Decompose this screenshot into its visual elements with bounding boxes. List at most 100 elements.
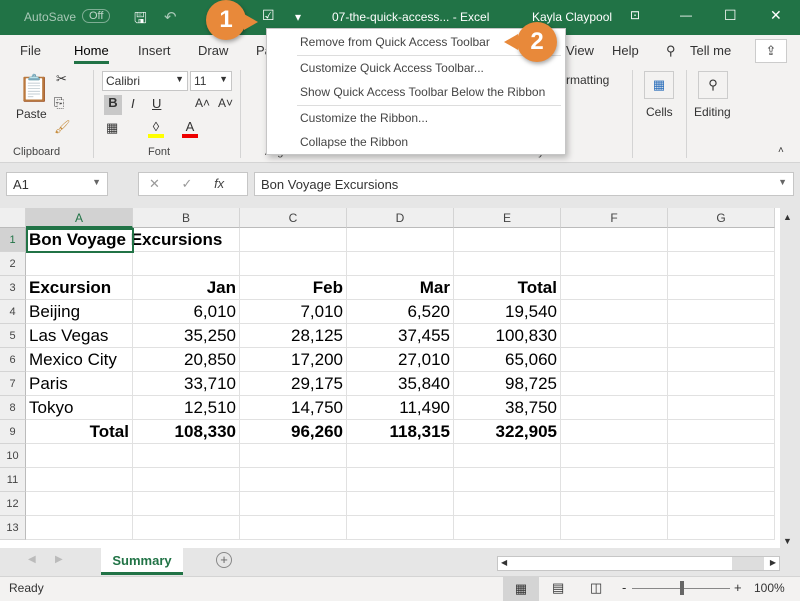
cancel-icon[interactable]: ✕ (149, 176, 160, 191)
cell-C4[interactable]: 7,010 (240, 300, 347, 324)
row-header-10[interactable]: 10 (0, 444, 26, 468)
ribbon-display-icon[interactable]: ⊡ (630, 8, 640, 22)
cell-C1[interactable] (240, 228, 347, 252)
cell-B6[interactable]: 20,850 (133, 348, 240, 372)
row-header-11[interactable]: 11 (0, 468, 26, 492)
cell-A3[interactable]: Excursion (26, 276, 133, 300)
normal-view-icon[interactable]: ▦ (503, 577, 539, 601)
cell-D3[interactable]: Mar (347, 276, 454, 300)
zoom-in-icon[interactable]: + (734, 580, 742, 595)
formula-input[interactable]: Bon Voyage Excursions ▼ (254, 172, 794, 196)
cell-C8[interactable]: 14,750 (240, 396, 347, 420)
menu-remove-from-qat[interactable]: Remove from Quick Access Toolbar (300, 35, 490, 49)
row-header-8[interactable]: 8 (0, 396, 26, 420)
enter-icon[interactable]: ✓ (182, 176, 193, 191)
cell-C5[interactable]: 28,125 (240, 324, 347, 348)
name-box[interactable]: A1 ▼ (6, 172, 108, 196)
cell-F5[interactable] (561, 324, 668, 348)
cell-C10[interactable] (240, 444, 347, 468)
tab-draw[interactable]: Draw (198, 43, 228, 58)
cell-G5[interactable] (668, 324, 775, 348)
cell-F3[interactable] (561, 276, 668, 300)
tab-file[interactable]: File (20, 43, 41, 58)
new-sheet-icon[interactable]: + (216, 552, 232, 568)
next-sheet-icon[interactable]: ▶ (55, 554, 63, 565)
row-header-6[interactable]: 6 (0, 348, 26, 372)
prev-sheet-icon[interactable]: ◀ (28, 554, 36, 565)
cell-E4[interactable]: 19,540 (454, 300, 561, 324)
cells-icon[interactable]: ▦ (644, 71, 674, 99)
cell-A11[interactable] (26, 468, 133, 492)
cell-F6[interactable] (561, 348, 668, 372)
italic-button[interactable]: I (131, 96, 135, 111)
menu-collapse-ribbon[interactable]: Collapse the Ribbon (300, 135, 408, 149)
cell-G7[interactable] (668, 372, 775, 396)
close-icon[interactable]: ✕ (770, 7, 782, 24)
column-header-B[interactable]: B (133, 208, 240, 228)
cell-E6[interactable]: 65,060 (454, 348, 561, 372)
cell-F10[interactable] (561, 444, 668, 468)
cell-B12[interactable] (133, 492, 240, 516)
editing-button[interactable]: Editing (694, 105, 731, 119)
column-header-F[interactable]: F (561, 208, 668, 228)
cell-A13[interactable] (26, 516, 133, 540)
spreadsheet-grid[interactable]: A B C D E F G 1 Bon Voyage Excursions 2 3 Excursion… (0, 208, 780, 548)
decrease-font-icon[interactable]: A˅ (218, 96, 233, 110)
cells-button[interactable]: Cells (646, 105, 673, 119)
cell-F13[interactable] (561, 516, 668, 540)
cell-G3[interactable] (668, 276, 775, 300)
font-name-select[interactable]: Calibri ▼ (102, 71, 188, 91)
tab-insert[interactable]: Insert (138, 43, 171, 58)
cell-D7[interactable]: 35,840 (347, 372, 454, 396)
page-layout-view-icon[interactable]: ▤ (552, 580, 564, 596)
cell-C12[interactable] (240, 492, 347, 516)
cell-F11[interactable] (561, 468, 668, 492)
row-header-12[interactable]: 12 (0, 492, 26, 516)
user-name[interactable]: Kayla Claypool (532, 10, 612, 24)
cell-B3[interactable]: Jan (133, 276, 240, 300)
cell-A12[interactable] (26, 492, 133, 516)
menu-show-qat-below[interactable]: Show Quick Access Toolbar Below the Ribb… (300, 85, 545, 99)
cell-C11[interactable] (240, 468, 347, 492)
cell-G8[interactable] (668, 396, 775, 420)
cell-E11[interactable] (454, 468, 561, 492)
cell-D10[interactable] (347, 444, 454, 468)
cell-A8[interactable]: Tokyo (26, 396, 133, 420)
cut-icon[interactable]: ✂ (56, 71, 67, 87)
row-header-13[interactable]: 13 (0, 516, 26, 540)
paste-icon[interactable]: 📋 (18, 73, 50, 104)
cell-D8[interactable]: 11,490 (347, 396, 454, 420)
row-header-4[interactable]: 4 (0, 300, 26, 324)
menu-customize-ribbon[interactable]: Customize the Ribbon... (300, 111, 428, 125)
maximize-icon[interactable]: ☐ (724, 7, 737, 24)
cell-C7[interactable]: 29,175 (240, 372, 347, 396)
insert-function-button[interactable]: fx (214, 176, 224, 191)
cell-D11[interactable] (347, 468, 454, 492)
cell-C9[interactable]: 96,260 (240, 420, 347, 444)
cell-D2[interactable] (347, 252, 454, 276)
cell-F7[interactable] (561, 372, 668, 396)
cell-B7[interactable]: 33,710 (133, 372, 240, 396)
row-header-7[interactable]: 7 (0, 372, 26, 396)
minimize-icon[interactable]: — (680, 8, 692, 22)
cell-E13[interactable] (454, 516, 561, 540)
cell-A4[interactable]: Beijing (26, 300, 133, 324)
customize-qat-dropdown-icon[interactable]: ▾ (295, 10, 301, 24)
cell-D13[interactable] (347, 516, 454, 540)
borders-icon[interactable]: ▦ (106, 120, 118, 136)
cell-G13[interactable] (668, 516, 775, 540)
cell-A7[interactable]: Paris (26, 372, 133, 396)
tab-view[interactable]: View (566, 43, 594, 58)
cell-G10[interactable] (668, 444, 775, 468)
select-all-corner[interactable] (0, 208, 26, 228)
cell-D4[interactable]: 6,520 (347, 300, 454, 324)
zoom-out-icon[interactable]: - (622, 580, 626, 595)
cell-C3[interactable]: Feb (240, 276, 347, 300)
cell-E7[interactable]: 98,725 (454, 372, 561, 396)
vertical-scrollbar[interactable]: ▲ ▼ (780, 208, 800, 548)
cell-C6[interactable]: 17,200 (240, 348, 347, 372)
cell-B13[interactable] (133, 516, 240, 540)
increase-font-icon[interactable]: A˄ (195, 96, 210, 110)
paste-button[interactable]: Paste (16, 107, 47, 121)
cell-F1[interactable] (561, 228, 668, 252)
